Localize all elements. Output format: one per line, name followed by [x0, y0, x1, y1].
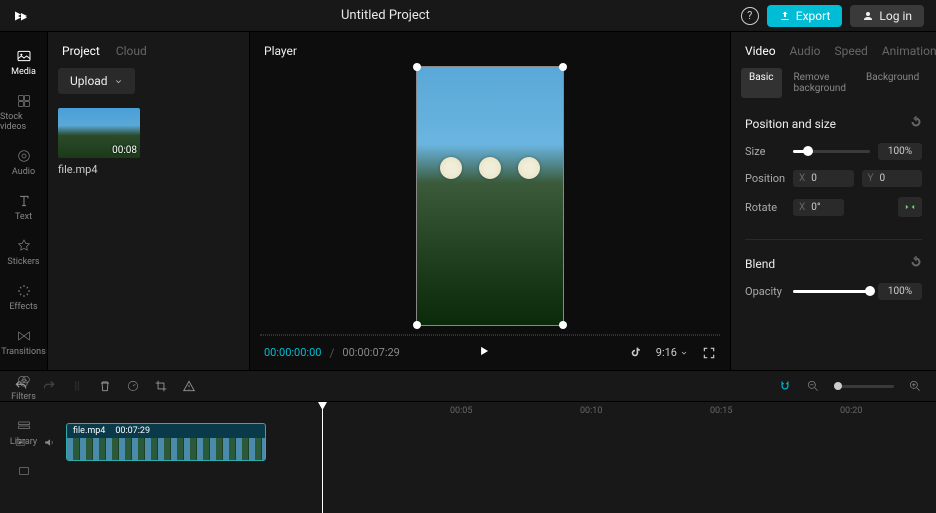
player-title: Player — [250, 32, 730, 66]
speed-button[interactable] — [126, 379, 140, 393]
play-button[interactable] — [477, 344, 491, 361]
login-button[interactable]: Log in — [850, 5, 924, 27]
sidebar-item-transitions[interactable]: Transitions — [0, 320, 47, 365]
clip-frames — [67, 438, 265, 460]
tab-project[interactable]: Project — [62, 44, 100, 58]
media-thumbnail[interactable]: 00:08 — [58, 108, 140, 158]
tab-speed[interactable]: Speed — [834, 44, 867, 58]
clip-duration: 00:07:29 — [115, 426, 150, 436]
sidebar-item-stickers[interactable]: Stickers — [0, 230, 47, 275]
mute-track-icon[interactable] — [43, 436, 56, 449]
opacity-slider[interactable] — [793, 290, 870, 293]
tiktok-icon[interactable] — [629, 346, 642, 359]
section-position-size: Position and size — [745, 117, 836, 131]
position-y-input[interactable]: Y0 — [862, 170, 923, 187]
chevron-down-icon — [114, 77, 123, 86]
resize-handle-bl[interactable] — [413, 321, 421, 329]
login-label: Log in — [879, 9, 912, 23]
media-filename: file.mp4 — [58, 163, 140, 176]
delete-button[interactable] — [98, 379, 112, 393]
flip-button[interactable] — [898, 197, 922, 217]
playhead[interactable] — [322, 402, 323, 513]
media-item[interactable]: 00:08 file.mp4 — [58, 108, 140, 176]
sidebar-item-effects[interactable]: Effects — [0, 275, 47, 320]
position-x-input[interactable]: X0 — [793, 170, 854, 187]
magnet-button[interactable] — [778, 379, 792, 393]
tab-audio[interactable]: Audio — [790, 44, 821, 58]
reset-blend-icon[interactable] — [910, 256, 922, 271]
subtab-background[interactable]: Background — [858, 68, 927, 98]
size-value[interactable]: 100% — [878, 143, 922, 160]
sidebar-item-media[interactable]: Media — [0, 40, 47, 85]
split-button[interactable] — [70, 379, 84, 393]
reset-position-icon[interactable] — [910, 116, 922, 131]
fullscreen-icon[interactable] — [702, 346, 716, 360]
size-slider[interactable] — [793, 150, 870, 153]
timecode-total: 00:00:07:29 — [342, 346, 399, 359]
warning-icon[interactable] — [182, 379, 196, 393]
upload-button[interactable]: Upload — [58, 68, 135, 94]
help-icon[interactable]: ? — [741, 7, 759, 25]
section-blend: Blend — [745, 257, 775, 271]
zoom-out-button[interactable] — [806, 379, 820, 393]
video-canvas[interactable] — [416, 66, 564, 326]
export-label: Export — [796, 9, 831, 23]
size-label: Size — [745, 145, 785, 158]
opacity-value[interactable]: 100% — [878, 283, 922, 300]
app-logo — [12, 7, 30, 25]
tab-cloud[interactable]: Cloud — [116, 44, 147, 58]
rotate-input[interactable]: X0° — [793, 199, 844, 216]
timeline-ruler[interactable]: 00:05 00:10 00:15 00:20 — [0, 402, 936, 422]
aspect-ratio-selector[interactable]: 9:16 — [656, 346, 688, 359]
subtab-basic[interactable]: Basic — [741, 68, 782, 98]
media-duration: 00:08 — [112, 145, 137, 156]
rotate-label: Rotate — [745, 201, 785, 214]
timecode-current: 00:00:00:00 — [264, 346, 321, 359]
position-label: Position — [745, 172, 785, 185]
clip-name: file.mp4 — [73, 426, 105, 436]
zoom-slider[interactable] — [834, 385, 894, 388]
redo-button[interactable] — [42, 379, 56, 393]
sidebar-item-stock[interactable]: Stock videos — [0, 85, 47, 140]
resize-handle-br[interactable] — [559, 321, 567, 329]
undo-button[interactable] — [14, 379, 28, 393]
resize-handle-tl[interactable] — [413, 63, 421, 71]
subtab-remove-bg[interactable]: Remove background — [786, 68, 855, 98]
tab-animation[interactable]: Animation — [882, 44, 936, 58]
export-button[interactable]: Export — [767, 5, 843, 27]
project-title: Untitled Project — [30, 8, 741, 23]
resize-handle-tr[interactable] — [559, 63, 567, 71]
crop-button[interactable] — [154, 379, 168, 393]
sidebar-item-text[interactable]: Text — [0, 185, 47, 230]
tab-video[interactable]: Video — [745, 44, 776, 58]
main-track-icon[interactable] — [14, 436, 27, 449]
sidebar-item-audio[interactable]: Audio — [0, 140, 47, 185]
zoom-in-button[interactable] — [908, 379, 922, 393]
timeline-clip[interactable]: file.mp4 00:07:29 — [66, 423, 266, 461]
opacity-label: Opacity — [745, 285, 785, 298]
